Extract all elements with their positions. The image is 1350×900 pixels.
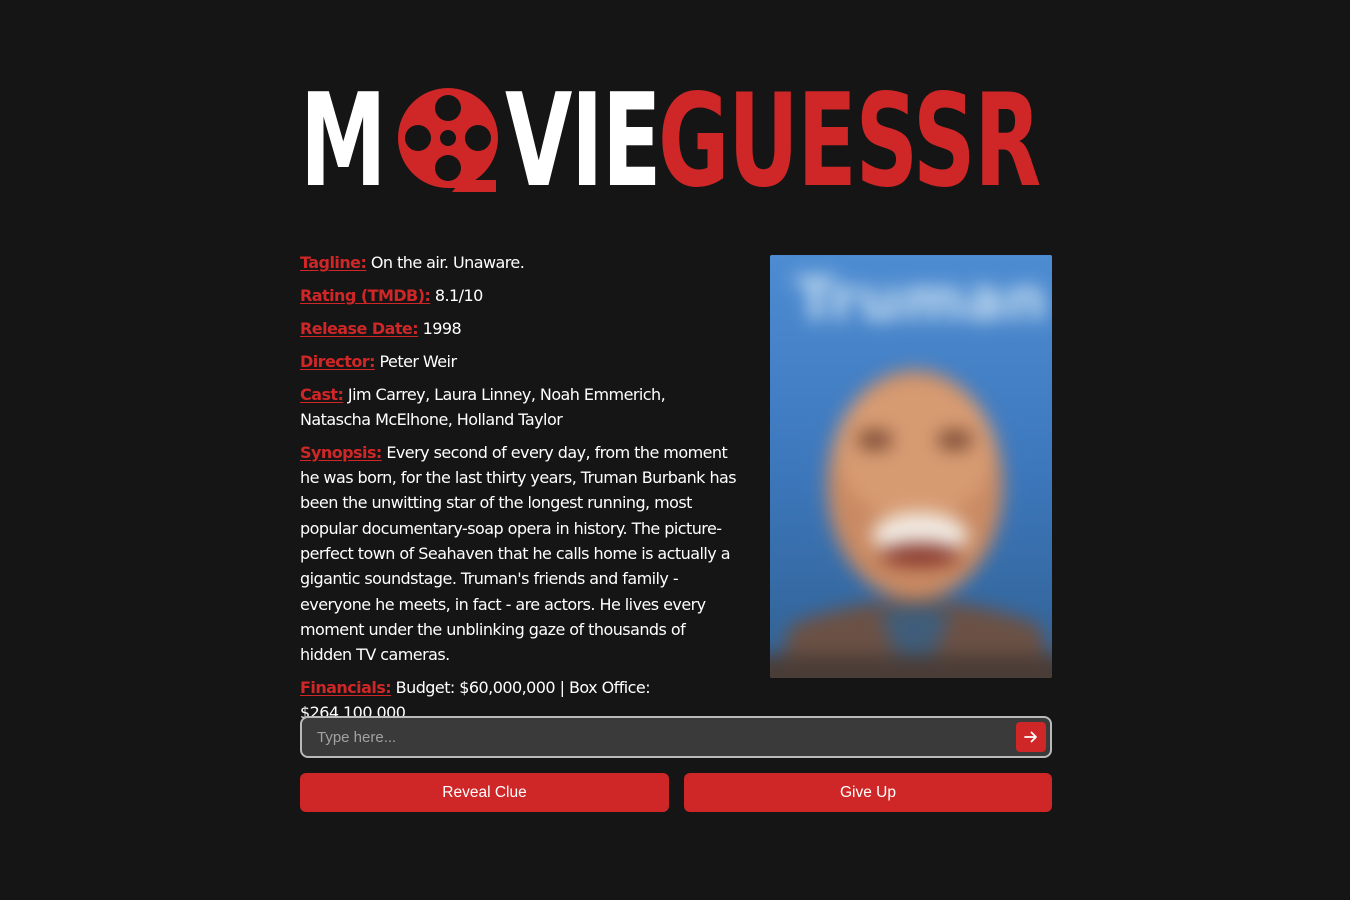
clue-synopsis: Synopsis: Every second of every day, fro… <box>300 440 740 668</box>
clue-value: 1998 <box>422 318 462 338</box>
clue-rating: Rating (TMDB): 8.1/10 <box>300 283 740 308</box>
clue-tagline: Tagline: On the air. Unaware. <box>300 250 740 275</box>
clue-list: Tagline: On the air. Unaware. Rating (TM… <box>300 250 740 733</box>
clue-value: Jim Carrey, Laura Linney, Noah Emmerich,… <box>300 384 666 429</box>
clue-value: 8.1/10 <box>434 285 483 305</box>
movie-poster-blurred: Truman <box>770 255 1052 678</box>
clue-value: Every second of every day, from the mome… <box>300 442 737 665</box>
clue-label: Release Date: <box>300 318 419 338</box>
submit-guess-button[interactable] <box>1016 722 1046 752</box>
clue-value: Peter Weir <box>379 351 458 371</box>
clue-release-date: Release Date: 1998 <box>300 316 740 341</box>
poster-title-text: Truman <box>795 265 1047 335</box>
clue-label: Synopsis: <box>300 442 382 462</box>
reveal-clue-button[interactable]: Reveal Clue <box>300 773 669 812</box>
film-reel-icon <box>398 88 498 192</box>
clue-value: On the air. Unaware. <box>370 253 525 272</box>
give-up-button[interactable]: Give Up <box>684 773 1052 812</box>
logo-letter-m: M <box>300 67 387 216</box>
guess-input[interactable] <box>302 718 1002 756</box>
arrow-right-icon <box>1024 731 1037 743</box>
movieguessr-logo: M VIE GUESSR <box>300 67 1052 216</box>
game-container: M VIE GUESSR Tagline: On the air. Unawar… <box>300 0 1052 900</box>
clue-cast: Cast: Jim Carrey, Laura Linney, Noah Emm… <box>300 382 740 433</box>
clue-label: Cast: <box>300 384 344 404</box>
clue-director: Director: Peter Weir <box>300 349 740 374</box>
logo-text-guessr: GUESSR <box>658 67 1041 216</box>
guess-input-container <box>300 716 1052 758</box>
clue-label: Tagline: <box>300 253 367 272</box>
logo-text-vie: VIE <box>505 67 661 216</box>
clue-label: Director: <box>300 351 376 371</box>
poster-artwork: Truman <box>770 255 1052 678</box>
clue-label: Financials: <box>300 678 392 698</box>
poster-image: Truman <box>770 255 1052 678</box>
clue-label: Rating (TMDB): <box>300 285 431 305</box>
